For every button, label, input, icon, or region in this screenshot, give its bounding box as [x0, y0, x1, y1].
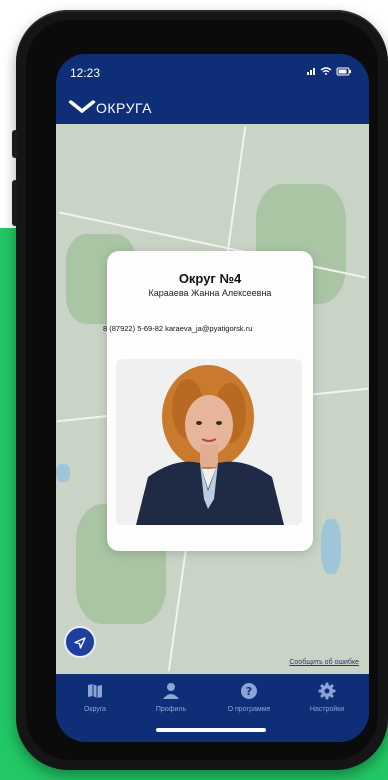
map-attribution-link[interactable]: Сообщить об ошибке [289, 659, 359, 666]
tab-settings[interactable]: Настройки [292, 682, 362, 713]
map-water [321, 519, 341, 574]
page-title: ОКРУГА [96, 100, 152, 116]
tab-profile[interactable]: Профиль [136, 682, 206, 713]
phone-side-button [12, 130, 18, 158]
tab-districts-label: Округа [83, 706, 107, 713]
map-icon [88, 684, 102, 698]
locate-button[interactable] [64, 626, 96, 658]
status-time: 12:23 [70, 66, 101, 80]
map-water [56, 464, 70, 482]
tab-districts[interactable]: Округа [60, 682, 130, 713]
tab-profile-label: Профиль [155, 706, 187, 713]
district-popup[interactable]: Округ №4 Карааева Жанна Алексеевна 8 (87… [103, 251, 313, 551]
status-icons [307, 66, 353, 79]
gear-icon [318, 682, 336, 700]
question-icon: ? [241, 683, 257, 699]
signal-wifi-battery-icon [307, 67, 351, 76]
app-bar: ОКРУГА [56, 92, 369, 124]
phone-side-button [12, 180, 18, 226]
location-arrow-icon [74, 637, 86, 649]
district-title: Округ №4 [178, 271, 242, 286]
status-bar: 12:23 [56, 54, 369, 92]
person-icon [163, 683, 179, 699]
svg-text:?: ? [246, 685, 252, 698]
chevron-down-icon[interactable] [68, 96, 96, 118]
deputy-contact[interactable]: 8 (87922) 5-69-82 karaeva_ja@pyatigorsk.… [103, 324, 315, 333]
tab-about[interactable]: ? О программе [214, 682, 284, 713]
tab-settings-label: Настройки [309, 706, 345, 713]
app-screen: 12:23 ОКРУГА Сообщить об ошибке Округ №4… [56, 54, 369, 742]
deputy-photo [116, 359, 302, 525]
tab-about-label: О программе [227, 706, 271, 713]
deputy-name: Карааева Жанна Алексеевна [148, 288, 272, 298]
home-indicator[interactable] [156, 728, 266, 732]
